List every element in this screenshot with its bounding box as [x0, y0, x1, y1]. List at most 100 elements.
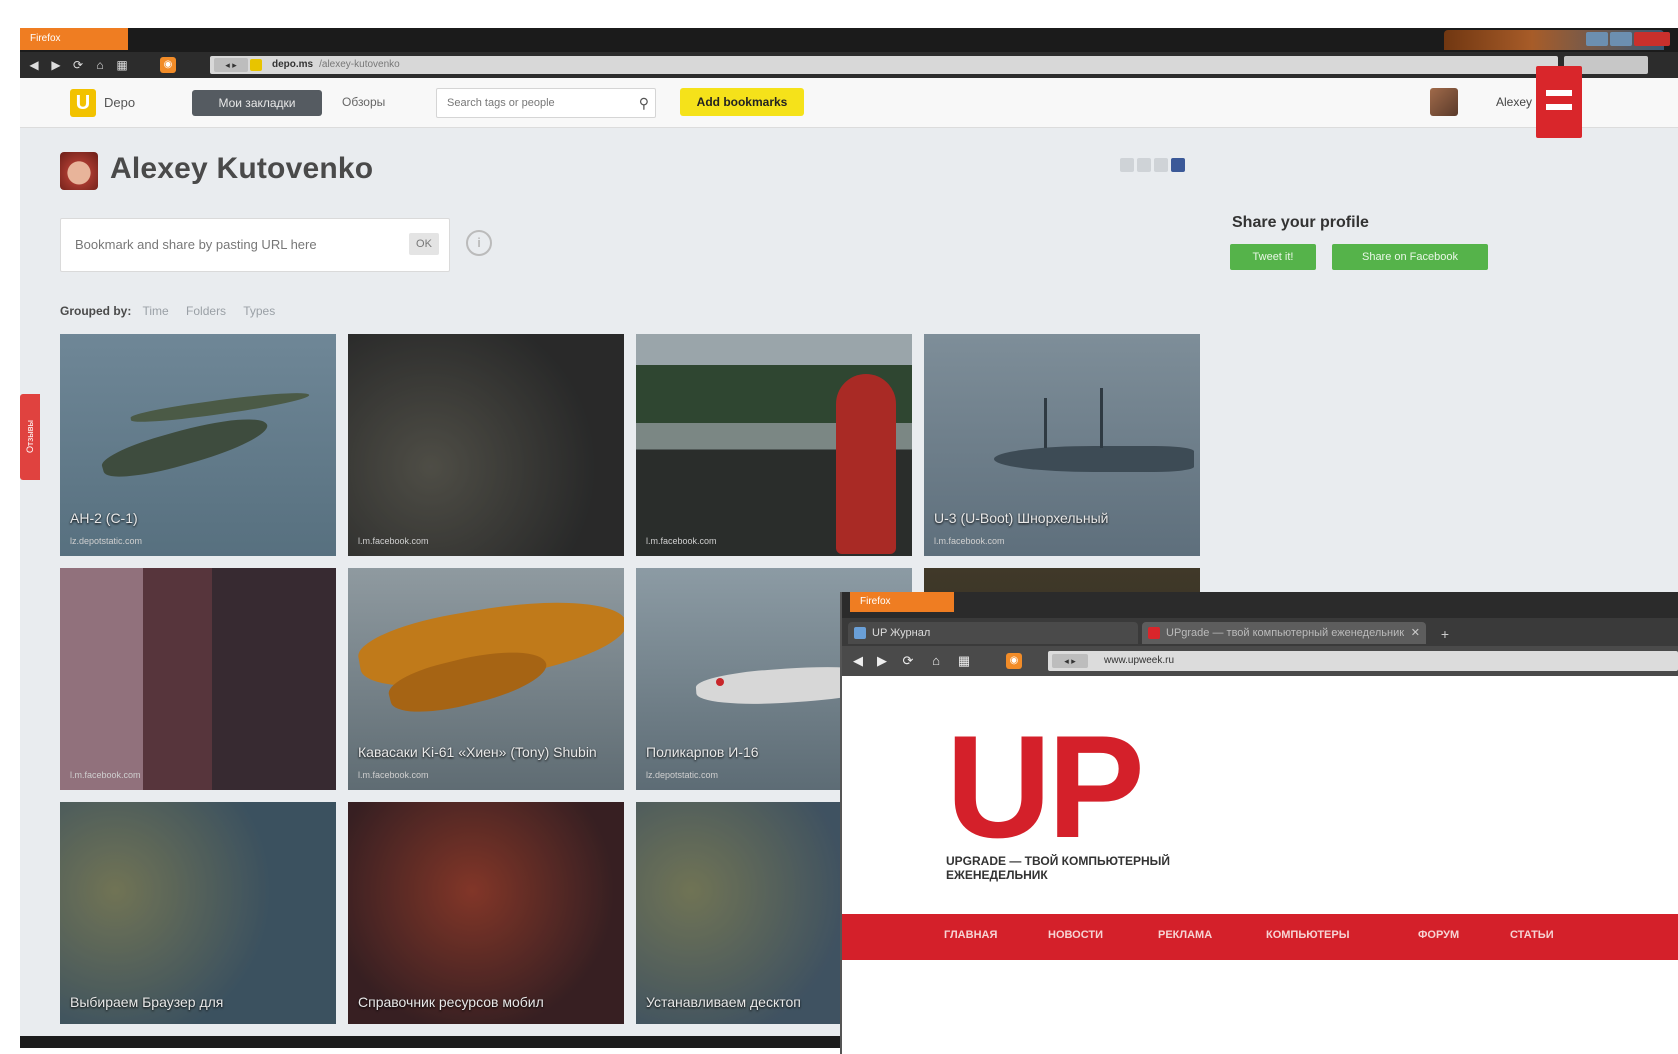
- nav-reviews[interactable]: Обзоры: [342, 95, 385, 109]
- up-tab-label: UP Журнал: [872, 627, 931, 639]
- bookmark-tile[interactable]: l.m.facebook.com: [60, 568, 336, 790]
- address-history-nav[interactable]: ◂ ▸: [214, 58, 248, 72]
- address-path: /alexey-kutovenko: [319, 59, 400, 70]
- site-logo[interactable]: U: [70, 89, 96, 117]
- up-address-bar[interactable]: ◂ ▸ www.upweek.ru: [1048, 651, 1678, 671]
- bookmark-tile[interactable]: Кавасаки Ki-61 «Хиен» (Tony) Shubin l.m.…: [348, 568, 624, 790]
- up-nav-articles[interactable]: СТАТЬИ: [1510, 929, 1554, 941]
- tile-source: lz.depotstatic.com: [70, 536, 143, 546]
- view-toggle-icons: [1120, 158, 1210, 178]
- bookmark-submit-button[interactable]: OK: [409, 233, 439, 255]
- feedback-side-tab[interactable]: Отзывы: [20, 394, 40, 480]
- tile-caption: Кавасаки Ki-61 «Хиен» (Tony) Shubin: [358, 744, 597, 760]
- up-nav-ads[interactable]: РЕКЛАМА: [1158, 929, 1212, 941]
- share-profile-title: Share your profile: [1232, 214, 1369, 231]
- rss-icon[interactable]: ◉: [160, 57, 176, 73]
- add-bookmarks-button[interactable]: Add bookmarks: [680, 88, 804, 116]
- tile-source: l.m.facebook.com: [646, 536, 717, 546]
- forward-icon[interactable]: ▶: [48, 57, 64, 73]
- home-icon[interactable]: ⌂: [92, 57, 108, 73]
- site-logo-text[interactable]: Depo: [104, 95, 135, 110]
- bookmark-tile[interactable]: l.m.facebook.com: [636, 334, 912, 556]
- address-url: depo.ms: [272, 59, 314, 70]
- nav-my-bookmarks[interactable]: Мои закладки: [192, 90, 322, 116]
- feedback-flag-icon[interactable]: [1536, 66, 1582, 138]
- search-icon[interactable]: ⚲: [639, 89, 649, 117]
- up-nav-forum[interactable]: ФОРУМ: [1418, 929, 1459, 941]
- grid-view-icon[interactable]: [1120, 158, 1134, 172]
- tile-image: [348, 334, 624, 556]
- rss-icon[interactable]: ◉: [1006, 653, 1022, 669]
- tile-source: l.m.facebook.com: [934, 536, 1005, 546]
- tile-image: [348, 802, 624, 1024]
- site-search-input[interactable]: Search tags or people ⚲: [436, 88, 656, 118]
- bookmark-url-placeholder: Bookmark and share by pasting URL here: [75, 237, 317, 252]
- reload-icon[interactable]: ⟳: [900, 653, 916, 669]
- bookmark-url-input[interactable]: Bookmark and share by pasting URL here O…: [60, 218, 450, 272]
- address-bar[interactable]: ◂ ▸ depo.ms/alexey-kutovenko: [210, 56, 1558, 74]
- tile-caption: Устанавливаем десктоп: [646, 994, 801, 1010]
- tile-source: l.m.facebook.com: [358, 536, 429, 546]
- up-tab-journal[interactable]: UP Журнал: [848, 622, 1138, 644]
- bookmarks-icon[interactable]: ▦: [114, 57, 130, 73]
- up-logo[interactable]: UP: [946, 714, 1145, 860]
- bookmark-tile[interactable]: l.m.facebook.com: [348, 334, 624, 556]
- bookmarks-icon[interactable]: ▦: [956, 653, 972, 669]
- up-tab-label: UPgrade — твой компьютерный еженедельник: [1166, 627, 1405, 639]
- profile-avatar: [60, 152, 98, 190]
- up-browser-toolbar: ◀ ▶ ⟳ ⌂ ▦ ◉ ◂ ▸ www.upweek.ru: [842, 646, 1678, 676]
- back-icon[interactable]: ◀: [850, 653, 866, 669]
- site-header: U Depo Мои закладки Обзоры Search tags o…: [20, 78, 1678, 128]
- share-facebook-button[interactable]: Share on Facebook: [1332, 244, 1488, 270]
- tile-caption: Справочник ресурсов мобил: [358, 994, 544, 1010]
- profile-name: Alexey Kutovenko: [110, 152, 374, 185]
- close-window-button[interactable]: [1634, 32, 1670, 46]
- bookmark-tile[interactable]: U-3 (U-Boot) Шнорхельный l.m.facebook.co…: [924, 334, 1200, 556]
- bookmark-tile[interactable]: Выбираем Браузер для: [60, 802, 336, 1024]
- user-avatar[interactable]: [1430, 88, 1458, 116]
- up-tab-upgrade[interactable]: UPgrade — твой компьютерный еженедельник…: [1142, 622, 1426, 644]
- up-tagline: UPGRADE — ТВОЙ КОМПЬЮТЕРНЫЙ ЕЖЕНЕДЕЛЬНИК: [946, 854, 1171, 882]
- tile-caption: АН-2 (С-1): [70, 510, 138, 526]
- tile-image: [60, 802, 336, 1024]
- tile-caption: U-3 (U-Boot) Шнорхельный: [934, 510, 1109, 526]
- back-icon[interactable]: ◀: [26, 57, 42, 73]
- home-icon[interactable]: ⌂: [928, 653, 944, 669]
- up-nav-news[interactable]: НОВОСТИ: [1048, 929, 1103, 941]
- browser-menu-button[interactable]: Firefox: [20, 28, 128, 50]
- new-tab-button[interactable]: +: [1436, 626, 1454, 642]
- tile-source: l.m.facebook.com: [70, 770, 141, 780]
- list-view-icon[interactable]: [1137, 158, 1151, 172]
- grouped-by-label: Grouped by:: [60, 304, 132, 318]
- info-icon[interactable]: i: [466, 230, 492, 256]
- up-nav-home[interactable]: ГЛАВНАЯ: [944, 929, 997, 941]
- tile-caption: Поликарпов И-16: [646, 744, 759, 760]
- tab-favicon-icon: [1148, 627, 1160, 639]
- maximize-button[interactable]: [1610, 32, 1632, 46]
- user-name[interactable]: Alexey: [1496, 95, 1532, 109]
- tab-favicon-icon: [854, 627, 866, 639]
- tile-image: [836, 374, 896, 554]
- up-browser-menu-button[interactable]: Firefox: [850, 592, 954, 612]
- group-option-folders[interactable]: Folders: [186, 304, 226, 318]
- up-address-url: www.upweek.ru: [1104, 655, 1175, 666]
- up-window-titlebar: Firefox: [842, 592, 1678, 618]
- up-nav-computers[interactable]: КОМПЬЮТЕРЫ: [1266, 929, 1349, 941]
- tweet-button[interactable]: Tweet it!: [1230, 244, 1316, 270]
- close-icon[interactable]: ✕: [1411, 622, 1420, 644]
- tile-source: l.m.facebook.com: [358, 770, 429, 780]
- tile-image-mast: [1044, 398, 1047, 448]
- site-search-placeholder: Search tags or people: [447, 97, 555, 109]
- minimize-button[interactable]: [1586, 32, 1608, 46]
- bookmark-tile[interactable]: АН-2 (С-1) lz.depotstatic.com: [60, 334, 336, 556]
- facebook-icon[interactable]: [1171, 158, 1185, 172]
- tile-image-mast: [1100, 388, 1103, 448]
- group-option-time[interactable]: Time: [142, 304, 168, 318]
- reload-icon[interactable]: ⟳: [70, 57, 86, 73]
- bookmark-tile[interactable]: Справочник ресурсов мобил: [348, 802, 624, 1024]
- compact-view-icon[interactable]: [1154, 158, 1168, 172]
- group-option-types[interactable]: Types: [243, 304, 275, 318]
- forward-icon[interactable]: ▶: [874, 653, 890, 669]
- browser-toolbar: ◀ ▶ ⟳ ⌂ ▦ ◉ ◂ ▸ depo.ms/alexey-kutovenko: [20, 52, 1678, 78]
- up-address-history-nav[interactable]: ◂ ▸: [1052, 654, 1088, 668]
